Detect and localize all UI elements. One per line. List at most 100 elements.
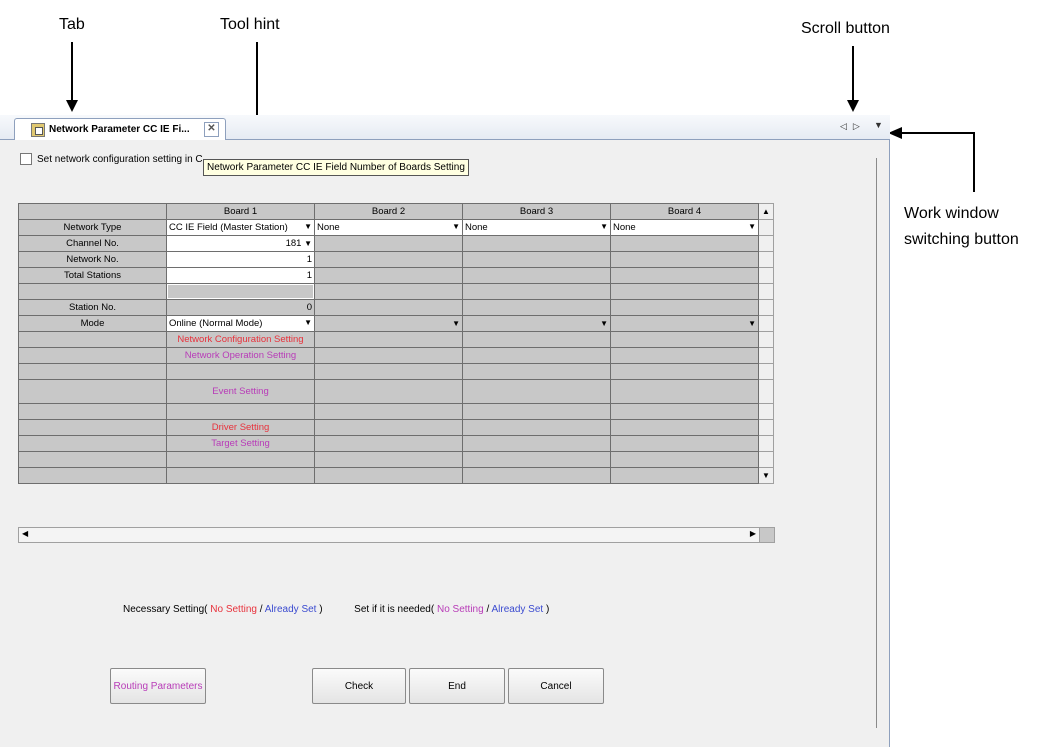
grid-scroll-track[interactable] [758, 379, 774, 404]
grid-cell [166, 283, 315, 300]
legend-close: ) [319, 604, 323, 615]
network-parameter-icon [31, 122, 45, 137]
grid-scroll-track[interactable] [758, 403, 774, 420]
target-setting-link[interactable]: Target Setting [166, 435, 315, 452]
grid-scroll-track[interactable] [758, 451, 774, 468]
scroll-right-icon[interactable]: ▷ [853, 121, 866, 131]
total-stations-input[interactable]: 1 [166, 267, 315, 284]
network-type-board-4-select[interactable]: None ▼ [610, 219, 759, 236]
grid-cell [462, 363, 611, 380]
chevron-down-icon[interactable]: ▼ [452, 319, 460, 328]
callout-scroll-arrowhead [847, 100, 859, 112]
mode-board-2-select[interactable]: ▼ [314, 315, 463, 332]
chevron-down-icon[interactable]: ▼ [600, 319, 608, 328]
grid-cell [314, 235, 463, 252]
grid-cell [18, 435, 167, 452]
row-channel-no: Channel No. 181 ▼ [18, 235, 774, 252]
tab-network-parameter[interactable]: Network Parameter CC IE Fi... ✕ [14, 118, 226, 140]
grid-scroll-track[interactable] [758, 419, 774, 436]
grid-scroll-track[interactable] [758, 251, 774, 268]
boards-grid: Board 1 Board 2 Board 3 Board 4 ▲ Networ… [18, 203, 774, 484]
row-total-stations: Total Stations 1 [18, 267, 774, 284]
chevron-down-icon[interactable]: ▼ [304, 239, 312, 248]
grid-cell [314, 267, 463, 284]
row-label-station-no: Station No. [18, 299, 167, 316]
callout-work-window-line2: switching button [904, 231, 1019, 248]
grid-scroll-track[interactable] [758, 315, 774, 332]
network-config-checkbox[interactable] [20, 153, 32, 165]
network-type-board-1-select[interactable]: CC IE Field (Master Station) ▼ [166, 219, 315, 236]
scroll-buttons: ◁▷ [840, 121, 866, 132]
routing-parameters-button[interactable]: Routing Parameters [110, 668, 206, 704]
chevron-down-icon[interactable]: ▼ [304, 222, 312, 231]
channel-no-select[interactable]: 181 ▼ [166, 235, 315, 252]
scroll-right-arrow-icon[interactable]: ▶ [750, 529, 756, 538]
grid-scroll-track[interactable] [758, 283, 774, 300]
event-setting-link[interactable]: Event Setting [166, 379, 315, 404]
network-no-input[interactable]: 1 [166, 251, 315, 268]
network-configuration-setting-link[interactable]: Network Configuration Setting [166, 331, 315, 348]
grid-cell [610, 467, 759, 484]
scroll-left-arrow-icon[interactable]: ◀ [22, 529, 28, 538]
grid-cell [610, 331, 759, 348]
grid-scroll-track[interactable] [758, 331, 774, 348]
grid-cell [314, 467, 463, 484]
grid-cell [462, 331, 611, 348]
chevron-down-icon[interactable]: ▼ [304, 318, 312, 327]
grid-cell [610, 419, 759, 436]
grid-cell [462, 451, 611, 468]
callout-tab-arrow [71, 42, 73, 100]
grid-scroll-corner [759, 527, 775, 543]
grid-cell [314, 419, 463, 436]
callout-tool-hint: Tool hint [220, 16, 280, 33]
grid-cell [462, 299, 611, 316]
network-type-board-3-select[interactable]: None ▼ [462, 219, 611, 236]
grid-scroll-track[interactable] [758, 435, 774, 452]
mode-board-3-select[interactable]: ▼ [462, 315, 611, 332]
chevron-down-icon[interactable]: ▼ [748, 319, 756, 328]
grid-cell [18, 451, 167, 468]
chevron-down-icon[interactable]: ▼ [452, 222, 460, 231]
legend-optional-already-set: Already Set [491, 604, 544, 615]
grid-scroll-track[interactable] [758, 299, 774, 316]
network-operation-setting-link[interactable]: Network Operation Setting [166, 347, 315, 364]
row-label-mode: Mode [18, 315, 167, 332]
grid-scroll-up-icon[interactable]: ▲ [758, 203, 774, 220]
check-button[interactable]: Check [312, 668, 406, 704]
chevron-down-icon[interactable]: ▼ [600, 222, 608, 231]
grid-scroll-track[interactable] [758, 267, 774, 284]
grid-cell [18, 331, 167, 348]
network-config-checkbox-row[interactable]: Set network configuration setting in C [20, 153, 203, 165]
grid-scroll-track[interactable] [758, 363, 774, 380]
mode-board-1-value: Online (Normal Mode) [169, 318, 263, 329]
end-button[interactable]: End [409, 668, 505, 704]
row-blank-5: ▼ [18, 467, 774, 484]
header-board-3: Board 3 [462, 203, 611, 220]
chevron-down-icon[interactable]: ▼ [748, 222, 756, 231]
work-window-switch-icon[interactable]: ▼ [874, 120, 883, 130]
cancel-button[interactable]: Cancel [508, 668, 604, 704]
grid-scroll-down-icon[interactable]: ▼ [758, 467, 774, 484]
mode-board-4-select[interactable]: ▼ [610, 315, 759, 332]
legend-close-2: ) [545, 604, 550, 615]
network-type-board-1-value: CC IE Field (Master Station) [169, 222, 288, 233]
grid-scroll-track[interactable] [758, 347, 774, 364]
row-event: Event Setting [18, 379, 774, 404]
mode-board-1-select[interactable]: Online (Normal Mode) ▼ [166, 315, 315, 332]
row-label-network-type: Network Type [18, 219, 167, 236]
network-type-board-2-select[interactable]: None ▼ [314, 219, 463, 236]
driver-setting-link[interactable]: Driver Setting [166, 419, 315, 436]
work-window-vertical-scrollbar[interactable] [876, 158, 877, 728]
network-type-board-3-value: None [465, 222, 488, 233]
close-icon[interactable]: ✕ [204, 122, 219, 137]
grid-scroll-track[interactable] [758, 219, 774, 236]
grid-scroll-track[interactable] [758, 235, 774, 252]
legend-slash: / [259, 604, 263, 615]
row-blank-3 [18, 403, 774, 420]
grid-cell [314, 363, 463, 380]
scroll-left-icon[interactable]: ◁ [840, 121, 853, 131]
tooltip: Network Parameter CC IE Field Number of … [203, 159, 469, 176]
grid-horizontal-scrollbar[interactable]: ◀ ▶ [18, 527, 760, 543]
grid-cell [18, 283, 167, 300]
grid-cell [314, 379, 463, 404]
